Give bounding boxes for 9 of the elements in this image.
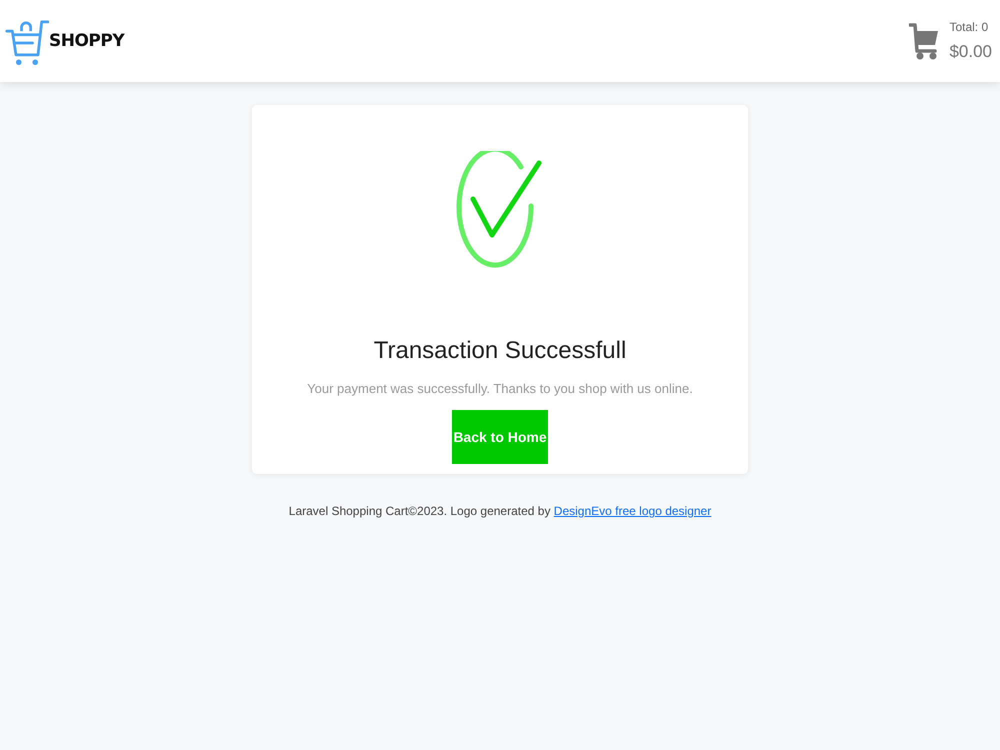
success-message: Your payment was successfully. Thanks to you shop with us online. bbox=[307, 381, 693, 396]
brand-name: SHOPPY bbox=[49, 31, 124, 51]
shopping-cart-icon[interactable] bbox=[909, 21, 940, 61]
cart-total-label: Total: 0 bbox=[949, 20, 988, 34]
success-title: Transaction Successfull bbox=[374, 337, 626, 365]
designevo-link[interactable]: DesignEvo free logo designer bbox=[554, 504, 712, 518]
footer-text: Laravel Shopping Cart©2023. Logo generated by DesignEvo free logo designer bbox=[288, 504, 712, 518]
cart-amount: $0.00 bbox=[949, 42, 992, 62]
back-to-home-button[interactable]: Back to Home bbox=[452, 410, 548, 464]
